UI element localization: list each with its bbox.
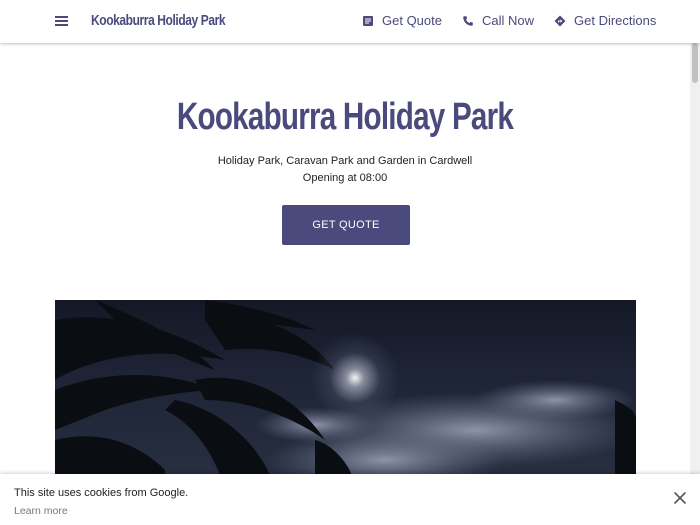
call-now-link[interactable]: Call Now <box>462 13 534 28</box>
opening-hours: Opening at 08:00 <box>302 172 388 184</box>
cookie-message: This site uses cookies from Google. <box>14 487 189 499</box>
quote-icon <box>363 15 373 26</box>
get-directions-link[interactable]: Get Directions <box>554 13 656 28</box>
get-quote-button[interactable]: GET QUOTE <box>282 205 410 245</box>
top-navigation-bar: Kookaburra Holiday Park Get Quote Call N… <box>0 0 700 43</box>
directions-icon <box>554 15 566 26</box>
close-icon[interactable] <box>673 491 687 505</box>
page-title: Kookaburra Holiday Park <box>176 96 514 138</box>
get-quote-label: Get Quote <box>382 13 442 28</box>
get-directions-label: Get Directions <box>574 13 657 28</box>
get-quote-link[interactable]: Get Quote <box>362 13 442 28</box>
menu-icon[interactable] <box>53 12 71 30</box>
scrollbar[interactable] <box>690 43 700 474</box>
learn-more-link[interactable]: Learn more <box>14 505 68 517</box>
phone-icon <box>463 15 473 26</box>
call-now-label: Call Now <box>482 13 535 28</box>
moon <box>310 333 400 423</box>
scrollbar-thumb[interactable] <box>692 43 698 83</box>
cookie-banner: This site uses cookies from Google. Lear… <box>0 474 700 525</box>
brand-name[interactable]: Kookaburra Holiday Park <box>91 12 226 29</box>
business-category: Holiday Park, Caravan Park and Garden in… <box>217 155 473 167</box>
